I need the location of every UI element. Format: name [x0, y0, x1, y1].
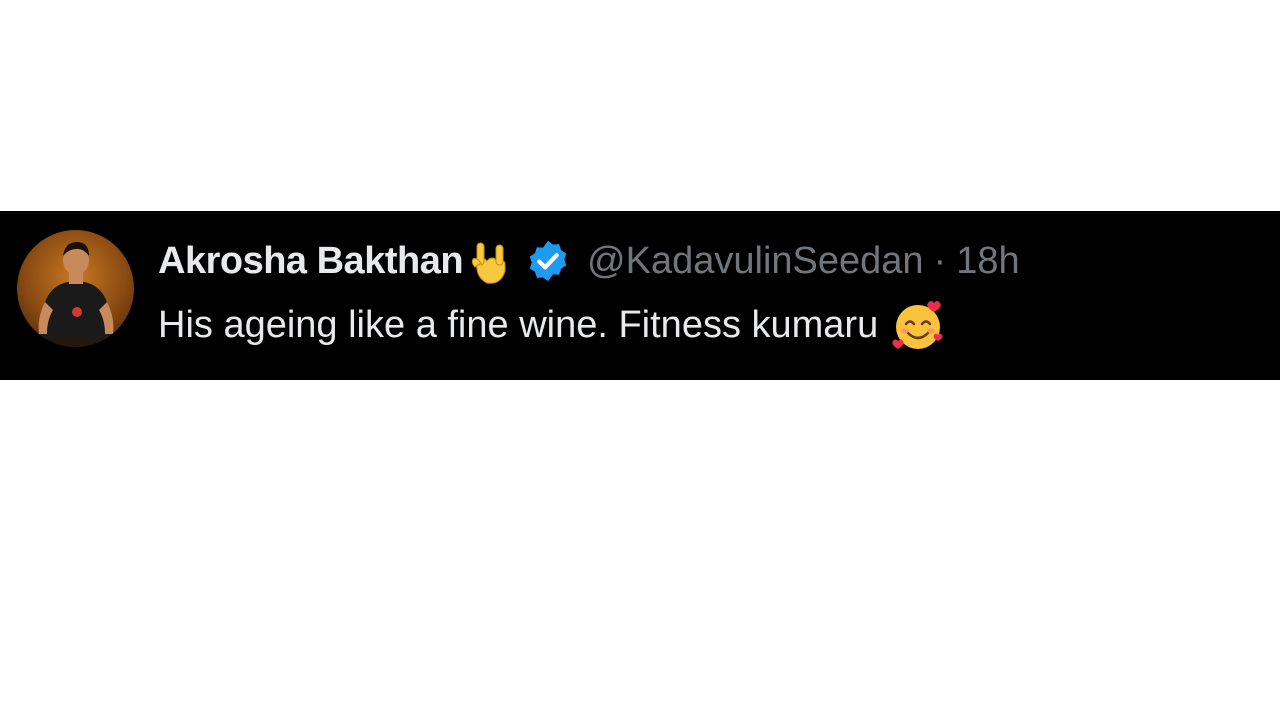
avatar[interactable]: [17, 230, 134, 347]
smiling-face-with-hearts-icon: [890, 297, 946, 353]
tweet-header: Akrosha Bakthan @KadavulinSeedan · 18h: [158, 233, 1020, 289]
rock-on-hand-icon: [467, 237, 511, 285]
tweet-text: His ageing like a fine wine. Fitness kum…: [158, 303, 879, 346]
tweet-card[interactable]: Akrosha Bakthan @KadavulinSeedan · 18h H…: [0, 211, 1280, 380]
avatar-illustration: [17, 242, 134, 347]
timestamp[interactable]: 18h: [956, 240, 1019, 283]
separator-dot: ·: [933, 239, 947, 282]
verified-badge-icon[interactable]: [525, 238, 571, 284]
user-handle[interactable]: @KadavulinSeedan: [587, 240, 924, 283]
display-name[interactable]: Akrosha Bakthan: [158, 240, 464, 283]
tweet-body: His ageing like a fine wine. Fitness kum…: [158, 297, 946, 353]
